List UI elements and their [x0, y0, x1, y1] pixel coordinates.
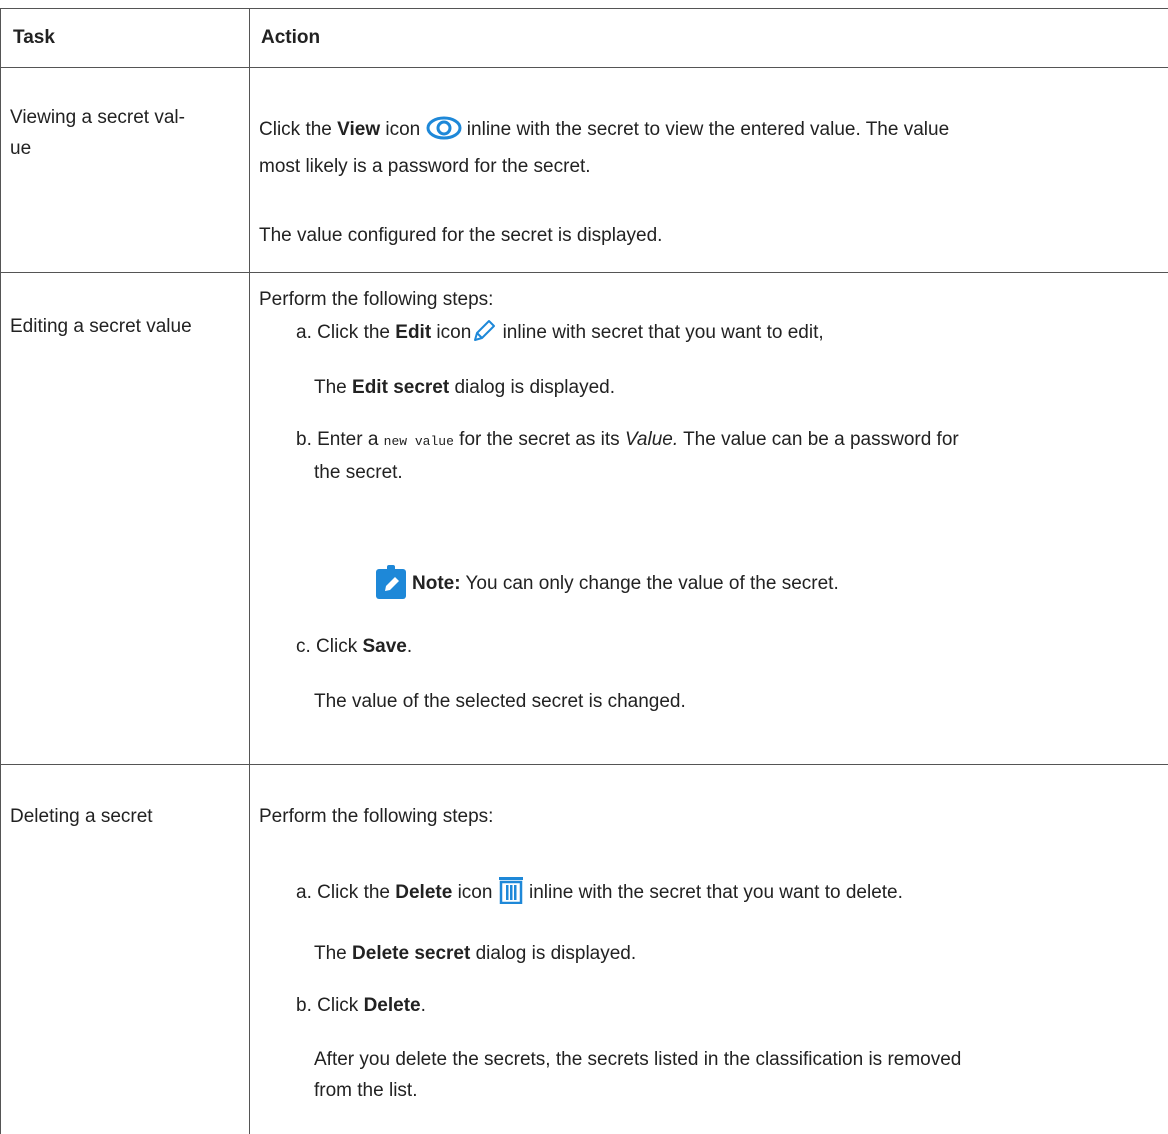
note-pencil-icon [376, 565, 406, 609]
task-action-table: Task Action Viewing a secret val- ue Cli… [0, 0, 1168, 1134]
step-b: b. Click Delete. [296, 995, 426, 1016]
table-left-border [0, 8, 1, 1134]
step-a: a. Click the Delete icon inline with the… [296, 876, 1156, 914]
step-b-result: After you delete the secrets, the secret… [314, 1049, 962, 1101]
view-instruction-cont: most likely is a password for the secret… [259, 156, 591, 177]
view-instruction: Click the View icon inline with the secr… [259, 114, 1159, 151]
task-label: Editing a secret value [10, 316, 192, 337]
step-c: c. Click Save. [296, 636, 413, 657]
task-label: Deleting a secret [10, 806, 153, 827]
row-divider [0, 272, 1168, 273]
header-task: Task [13, 27, 55, 48]
header-action: Action [261, 27, 321, 48]
step-a: a. Click the Edit icon inline with secre… [296, 317, 1156, 354]
step-a-result: The Delete secret dialog is displayed. [314, 943, 637, 964]
task-label: Viewing a secret val- [10, 107, 185, 128]
intro-text: Perform the following steps: [259, 806, 494, 827]
action-cell: Click the View icon inline with the secr… [259, 114, 1159, 182]
step-c-result: The value of the selected secret is chan… [314, 691, 686, 712]
header-bottom-border [0, 67, 1168, 68]
step-a-result: The Edit secret dialog is displayed. [314, 377, 616, 398]
task-cell: Viewing a secret val- ue [10, 102, 242, 164]
intro-text: Perform the following steps: [259, 289, 494, 310]
eye-icon [426, 115, 462, 151]
note-text: Note: You can only change the value of t… [412, 573, 839, 594]
column-divider [249, 8, 250, 1134]
row-divider [0, 764, 1168, 765]
trash-icon [498, 876, 524, 914]
view-result: The value configured for the secret is d… [259, 225, 663, 246]
pencil-icon [471, 318, 497, 354]
step-b: b. Enter a new value for the secret as i… [296, 429, 959, 483]
table-top-border [0, 8, 1168, 9]
task-label-cont: ue [10, 138, 32, 159]
